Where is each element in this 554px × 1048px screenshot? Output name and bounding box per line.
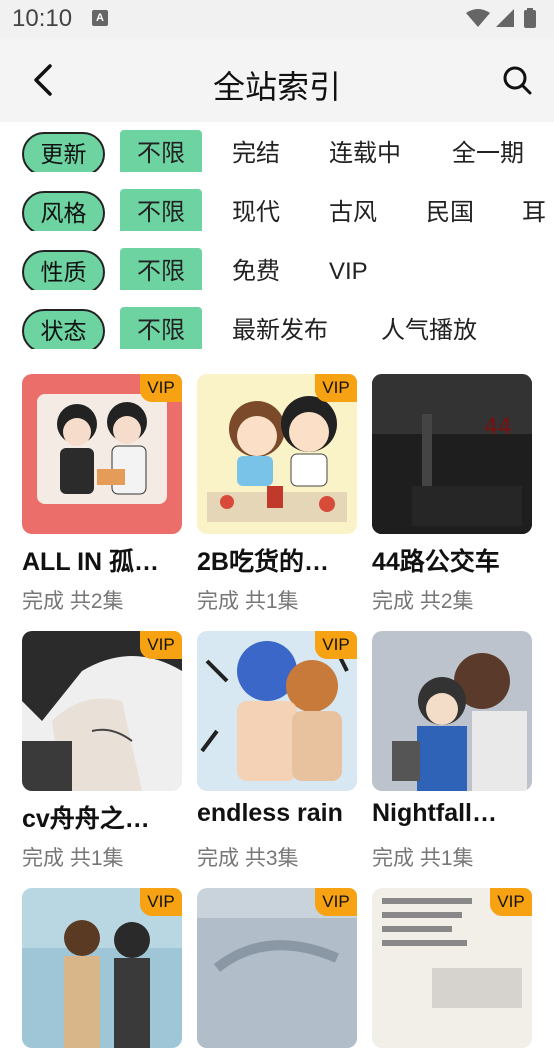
filter-option[interactable]: 古风 — [329, 189, 377, 231]
filter-option-selected[interactable]: 不限 — [120, 130, 202, 172]
status-time: 10:10 — [12, 5, 73, 32]
album-status: 完成 — [22, 847, 64, 870]
vip-badge: VIP — [140, 374, 182, 402]
album-status: 完成 — [197, 590, 239, 613]
vip-badge: VIP — [315, 374, 357, 402]
app-header: 全站索引 — [0, 38, 554, 122]
episode-count: 共2集 — [419, 590, 474, 613]
vip-badge: VIP — [490, 888, 532, 916]
filter-label: 状态 — [22, 309, 105, 349]
filter-option[interactable]: 全一期 — [452, 130, 524, 172]
filter-row-style: 风格 不限 现代 古风 民国 耳 — [22, 183, 554, 231]
vip-badge: VIP — [140, 631, 182, 659]
filter-row-state: 状态 不限 最新发布 人气播放 — [22, 301, 554, 349]
vip-badge: VIP — [140, 888, 182, 916]
filter-option[interactable]: 现代 — [232, 189, 280, 231]
filter-row-update: 更新 不限 完结 连载中 全一期 — [22, 124, 554, 172]
album-cover — [372, 631, 532, 791]
cover-illustration — [392, 653, 527, 791]
album-title: Nightfall… — [372, 799, 497, 827]
album-meta: 完成 共2集 — [22, 585, 124, 615]
status-bar: 10:10 A — [0, 0, 554, 38]
filter-option[interactable]: 人气播放 — [381, 307, 477, 349]
notification-icon: A — [92, 10, 108, 26]
album-status: 完成 — [372, 590, 414, 613]
episode-count: 共1集 — [69, 847, 124, 870]
svg-text:44: 44 — [484, 415, 512, 440]
album-title: endless rain — [197, 799, 343, 827]
album-title: 2B吃货的… — [197, 548, 329, 576]
page-title: 全站索引 — [212, 69, 341, 105]
filter-option[interactable]: 连载中 — [329, 130, 401, 172]
album-cover: 44 — [372, 374, 532, 534]
album-title: 44路公交车 — [372, 548, 500, 576]
filter-option[interactable]: 耳 — [522, 189, 546, 231]
episode-count: 共1集 — [244, 590, 299, 613]
episode-count: 共3集 — [244, 847, 299, 870]
album-meta: 完成 共2集 — [372, 585, 474, 615]
search-icon[interactable] — [502, 65, 532, 95]
vip-badge: VIP — [315, 631, 357, 659]
album-title: cv舟舟之… — [22, 805, 150, 833]
vip-badge: VIP — [315, 888, 357, 916]
filter-option[interactable]: 免费 — [232, 248, 280, 290]
album-status: 完成 — [197, 847, 239, 870]
filter-option-selected[interactable]: 不限 — [120, 189, 202, 231]
episode-count: 共2集 — [69, 590, 124, 613]
filter-label: 更新 — [22, 132, 105, 172]
album-meta: 完成 共1集 — [22, 842, 124, 872]
album-meta: 完成 共3集 — [197, 842, 299, 872]
episode-count: 共1集 — [419, 847, 474, 870]
filter-row-nature: 性质 不限 免费 VIP — [22, 242, 554, 290]
filter-option-selected[interactable]: 不限 — [120, 248, 202, 290]
filter-option[interactable]: VIP — [329, 248, 368, 290]
cover-illustration: 44 — [372, 374, 532, 534]
filter-label: 风格 — [22, 191, 105, 231]
album-meta: 完成 共1集 — [372, 842, 474, 872]
signal-battery-icons — [466, 8, 536, 28]
album-title: ALL IN 孤… — [22, 548, 160, 576]
album-status: 完成 — [372, 847, 414, 870]
filter-label: 性质 — [22, 250, 105, 290]
filter-option[interactable]: 完结 — [232, 130, 280, 172]
filter-option-selected[interactable]: 不限 — [120, 307, 202, 349]
filter-option[interactable]: 民国 — [426, 189, 474, 231]
filter-option[interactable]: 最新发布 — [232, 307, 328, 349]
album-meta: 完成 共1集 — [197, 585, 299, 615]
album-status: 完成 — [22, 590, 64, 613]
